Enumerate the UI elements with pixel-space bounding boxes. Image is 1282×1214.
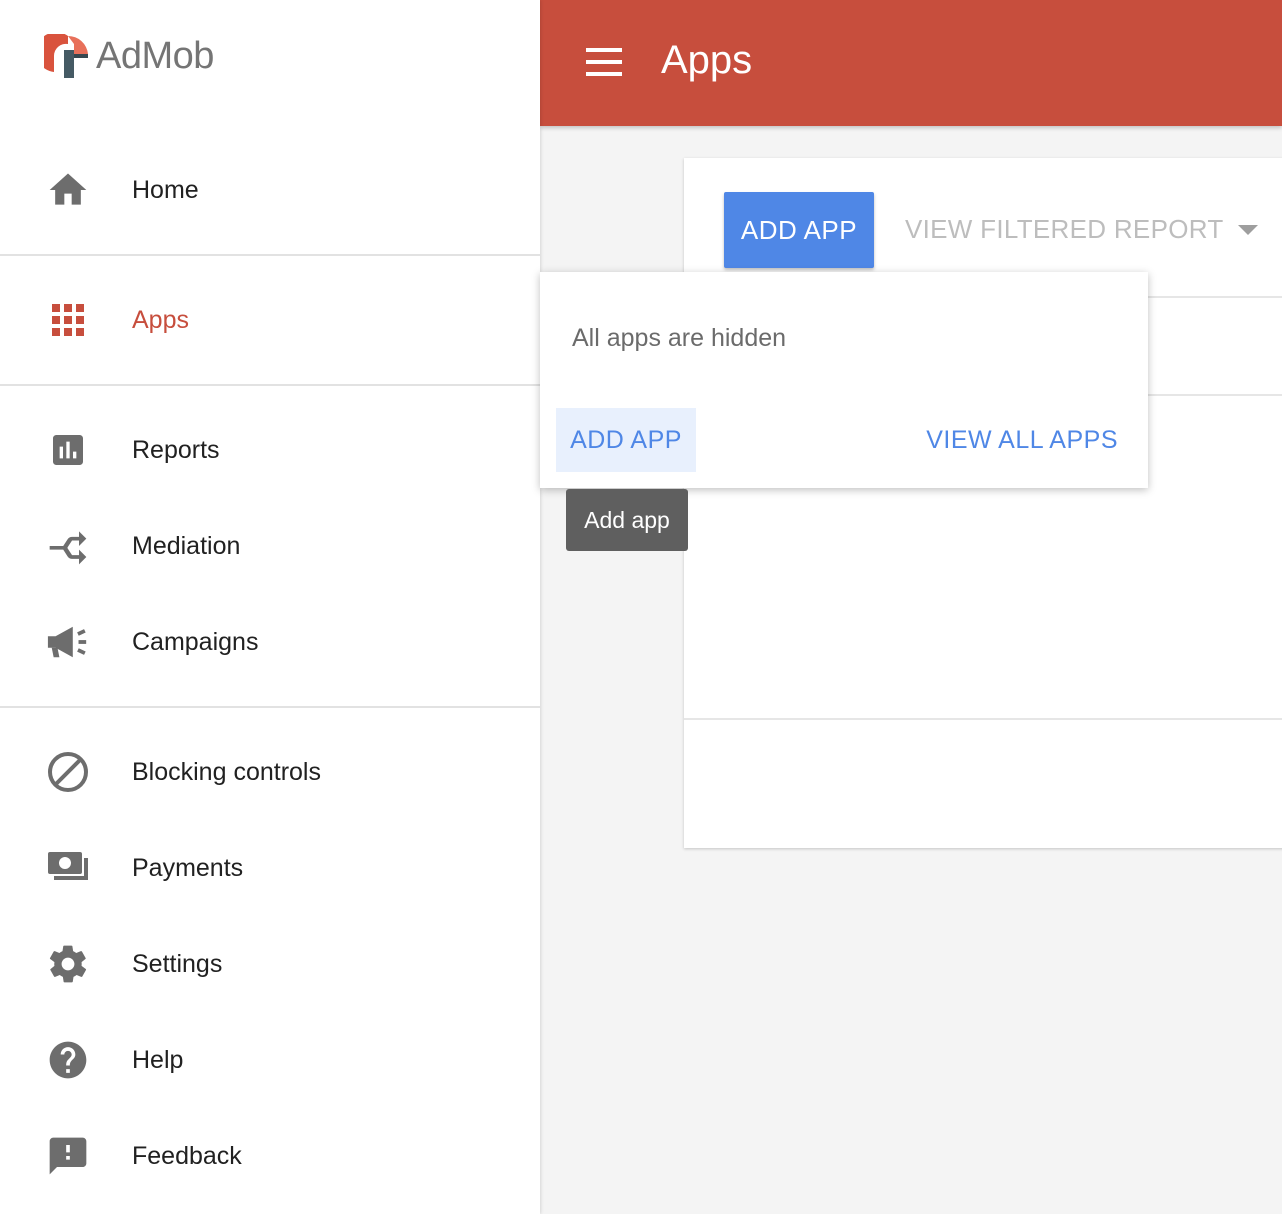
app-bar: Apps [540, 0, 1282, 126]
caret-down-icon [1237, 224, 1258, 235]
bar-chart-icon [46, 428, 90, 472]
sidebar: AdMob Home Apps Reports Mediation Campai… [0, 0, 540, 1214]
feedback-icon [46, 1134, 90, 1178]
sidebar-divider [0, 254, 540, 256]
sidebar-item-label: Blocking controls [132, 757, 321, 786]
sidebar-item-label: Home [132, 175, 199, 204]
sidebar-item-label: Payments [132, 853, 244, 882]
sidebar-item-label: Settings [132, 949, 223, 978]
sidebar-item-label: Reports [132, 435, 220, 464]
sidebar-divider [0, 706, 540, 708]
sidebar-item-reports[interactable]: Reports [0, 418, 540, 482]
add-app-tooltip: Add app [566, 489, 688, 551]
add-app-button[interactable]: ADD APP [724, 192, 874, 268]
sidebar-item-label: Apps [132, 305, 189, 334]
sidebar-item-apps[interactable]: Apps [0, 288, 540, 352]
sidebar-item-label: Campaigns [132, 627, 259, 656]
empty-state-popup: All apps are hidden ADD APP VIEW ALL APP… [540, 272, 1148, 488]
apps-card: ADD APP VIEW FILTERED REPORT [684, 158, 1282, 848]
block-icon [46, 750, 90, 794]
sidebar-divider [0, 384, 540, 386]
mediation-icon [46, 524, 90, 568]
hamburger-menu-icon[interactable] [582, 42, 626, 82]
megaphone-icon [46, 620, 90, 664]
sidebar-item-help[interactable]: Help [0, 1028, 540, 1092]
sidebar-item-feedback[interactable]: Feedback [0, 1124, 540, 1188]
admob-logo-icon [44, 34, 88, 78]
home-icon [46, 168, 90, 212]
sidebar-item-settings[interactable]: Settings [0, 932, 540, 996]
empty-state-message: All apps are hidden [572, 324, 787, 352]
page-title: Apps [661, 38, 753, 82]
sidebar-item-blocking-controls[interactable]: Blocking controls [0, 740, 540, 804]
sidebar-item-label: Help [132, 1045, 184, 1074]
sidebar-item-label: Feedback [132, 1141, 242, 1170]
sidebar-item-home[interactable]: Home [0, 158, 540, 222]
logo-text: AdMob [96, 34, 214, 77]
payments-icon [46, 846, 90, 890]
view-filtered-report-button[interactable]: VIEW FILTERED REPORT [905, 214, 1258, 245]
admob-logo[interactable]: AdMob [44, 34, 214, 78]
sidebar-item-mediation[interactable]: Mediation [0, 514, 540, 578]
sidebar-item-label: Mediation [132, 531, 241, 560]
sidebar-item-payments[interactable]: Payments [0, 836, 540, 900]
sidebar-item-campaigns[interactable]: Campaigns [0, 610, 540, 674]
help-icon [46, 1038, 90, 1082]
card-divider [684, 718, 1282, 720]
view-all-apps-button[interactable]: VIEW ALL APPS [926, 408, 1118, 472]
view-filtered-report-label: VIEW FILTERED REPORT [905, 214, 1224, 244]
apps-grid-icon [46, 298, 90, 342]
gear-icon [46, 942, 90, 986]
popup-add-app-button[interactable]: ADD APP [556, 408, 696, 472]
